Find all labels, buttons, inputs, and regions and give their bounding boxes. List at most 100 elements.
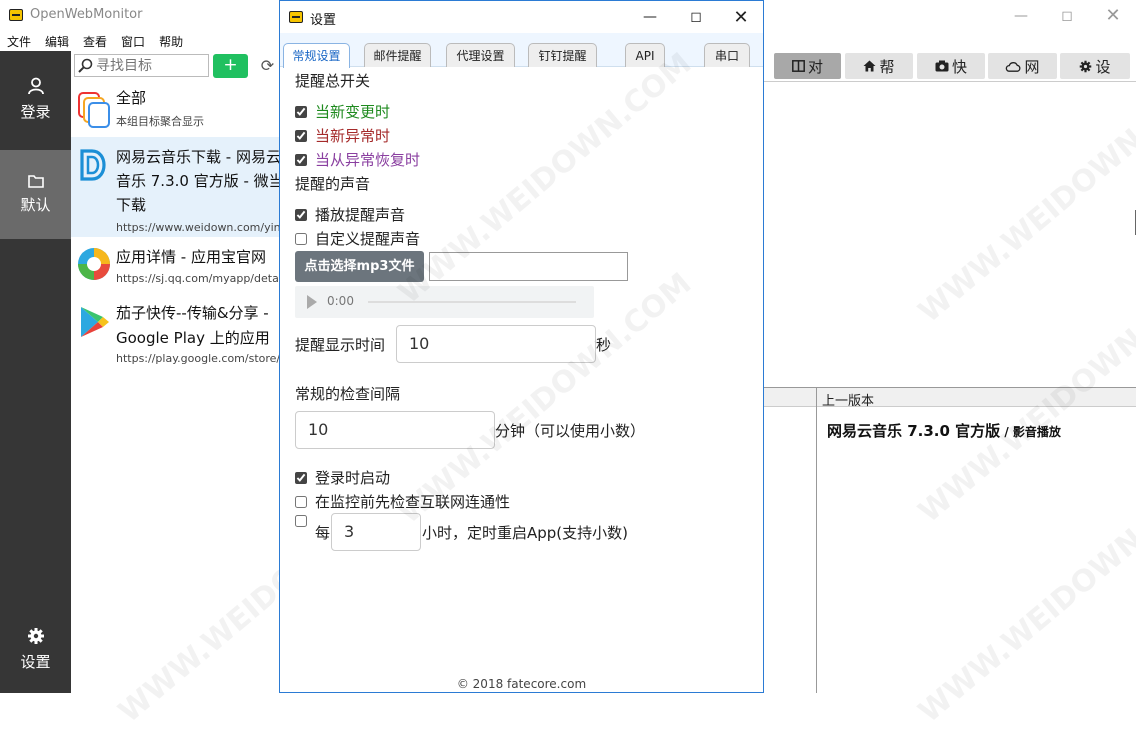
tab-serial[interactable]: 串口 <box>704 43 750 67</box>
target-title-line1: 茄子快传--传输&分享 - <box>116 304 269 322</box>
target-item-all[interactable]: 全部 本组目标聚合显示 <box>71 85 280 135</box>
tab-proxy[interactable]: 代理设置 <box>446 43 515 67</box>
maximize-icon[interactable]: ◻ <box>673 1 719 33</box>
target-item-netease[interactable]: 网易云音乐下载 - 网易云 音乐 7.3.0 官方版 - 微当 下载 https… <box>71 137 280 237</box>
yingyongbao-logo-icon <box>76 246 112 282</box>
tab-general[interactable]: 常规设置 <box>283 43 350 68</box>
launch-at-login-checkbox[interactable] <box>295 471 307 484</box>
interval-unit: 分钟（可以使用小数） <box>495 422 646 440</box>
minimize-icon[interactable]: — <box>627 1 673 33</box>
alert-on-error-row[interactable]: 当新异常时 <box>295 125 390 146</box>
web-button[interactable]: 网 <box>988 53 1057 79</box>
view-toolbar: 对 帮 快 网 设 <box>765 53 1136 79</box>
compare-icon <box>792 60 805 72</box>
snapshot-button[interactable]: 快 <box>917 53 985 79</box>
help-label: 帮 <box>879 57 895 76</box>
play-icon[interactable] <box>307 295 317 309</box>
menu-window[interactable]: 窗口 <box>114 31 152 51</box>
menu-edit[interactable]: 编辑 <box>38 31 76 51</box>
close-icon[interactable]: ✕ <box>1090 0 1136 31</box>
choose-mp3-button[interactable]: 点击选择mp3文件 <box>295 251 424 282</box>
close-icon[interactable]: ✕ <box>718 1 764 33</box>
target-title: 全部 <box>116 89 147 107</box>
display-time-input[interactable]: 10 <box>396 325 596 363</box>
settings-title: 设置 <box>310 13 337 28</box>
sidebar-login-button[interactable]: 登录 <box>0 77 71 139</box>
custom-sound-checkbox[interactable] <box>295 232 307 245</box>
display-time-unit: 秒 <box>596 336 612 354</box>
play-sound-row[interactable]: 播放提醒声音 <box>295 204 405 225</box>
interval-label: 常规的检查间隔 <box>295 385 401 403</box>
tab-dingtalk[interactable]: 钉钉提醒 <box>528 43 597 67</box>
custom-sound-label: 自定义提醒声音 <box>315 230 421 248</box>
help-button[interactable]: 帮 <box>845 53 913 79</box>
alert-on-change-checkbox[interactable] <box>295 105 307 118</box>
gear-icon <box>27 628 44 644</box>
mp3-path-field[interactable] <box>429 252 628 281</box>
target-title-line2: Google Play 上的应用 <box>116 329 270 347</box>
check-connectivity-row[interactable]: 在监控前先检查互联网连通性 <box>295 491 510 512</box>
target-url: https://sj.qq.com/myapp/detail.htm <box>116 272 280 285</box>
alert-on-recover-row[interactable]: 当从异常恢复时 <box>295 149 420 170</box>
check-connectivity-label: 在监控前先检查互联网连通性 <box>315 493 511 511</box>
app-logo-icon <box>289 11 303 23</box>
sidebar-settings-button[interactable]: 设置 <box>0 627 71 677</box>
web-label: 网 <box>1024 57 1040 76</box>
target-title: 应用详情 - 应用宝官网 <box>116 248 266 266</box>
settings-toolbar-label: 设 <box>1095 57 1111 76</box>
alert-on-error-checkbox[interactable] <box>295 129 307 142</box>
scheduled-restart-checkbox[interactable] <box>295 515 307 527</box>
compare-button[interactable]: 对 <box>774 53 841 79</box>
watermark: WWW.WEIDOWN.COM <box>912 465 1136 730</box>
all-targets-icon <box>76 91 112 128</box>
tab-api[interactable]: API <box>625 43 665 67</box>
check-connectivity-checkbox[interactable] <box>295 495 307 508</box>
restart-hours-input[interactable]: 3 <box>331 513 421 551</box>
refresh-icon[interactable]: ⟳ <box>255 54 280 78</box>
watermark: WWW.WEIDOWN.COM <box>912 65 1136 330</box>
sidebar-login-label: 登录 <box>20 103 51 121</box>
launch-at-login-row[interactable]: 登录时启动 <box>295 467 390 488</box>
restart-suffix: 小时，定时重启App(支持小数) <box>422 524 629 542</box>
copyright-footer: © 2018 fatecore.com <box>456 677 587 691</box>
custom-sound-row[interactable]: 自定义提醒声音 <box>295 228 420 249</box>
sidebar-default-group[interactable]: 默认 <box>0 150 71 239</box>
search-input[interactable] <box>96 57 206 74</box>
menu-view[interactable]: 查看 <box>76 31 114 51</box>
settings-toolbar-button[interactable]: 设 <box>1060 53 1130 79</box>
scheduled-restart-row[interactable] <box>295 515 315 527</box>
settings-titlebar: 设置 — ◻ ✕ <box>280 1 763 33</box>
alert-on-recover-checkbox[interactable] <box>295 153 307 166</box>
cloud-icon <box>1006 61 1021 72</box>
previous-version-content: 网易云音乐 7.3.0 官方版 / 影音播放 <box>827 420 1061 441</box>
audio-time: 0:00 <box>327 294 354 308</box>
alert-on-change-label: 当新变更时 <box>315 103 391 121</box>
alert-on-recover-label: 当从异常恢复时 <box>315 151 421 169</box>
audio-progress-track[interactable] <box>368 301 576 303</box>
menu-help[interactable]: 帮助 <box>152 31 190 51</box>
minimize-icon[interactable]: — <box>998 0 1044 31</box>
gear-icon <box>1080 60 1092 72</box>
target-list-panel: + ⟳ 全部 本组目标聚合显示 网易云音乐下载 - 网易云 <box>71 51 280 693</box>
previous-version-title: 网易云音乐 7.3.0 官方版 <box>827 422 1001 440</box>
divider <box>764 81 1136 82</box>
weidown-logo-icon <box>76 147 112 183</box>
play-sound-checkbox[interactable] <box>295 208 307 221</box>
sidebar-default-label: 默认 <box>20 196 51 214</box>
target-item-yingyongbao[interactable]: 应用详情 - 应用宝官网 https://sj.qq.com/myapp/det… <box>71 240 280 290</box>
interval-input[interactable]: 10 <box>295 411 495 449</box>
diff-splitter[interactable] <box>816 387 817 693</box>
alert-on-change-row[interactable]: 当新变更时 <box>295 101 390 122</box>
previous-version-category: / 影音播放 <box>1000 425 1061 439</box>
settings-dialog: 设置 — ◻ ✕ 常规设置 邮件提醒 代理设置 钉钉提醒 API 串口 提醒总开… <box>279 0 764 693</box>
target-item-googleplay[interactable]: 茄子快传--传输&分享 - Google Play 上的应用 https://p… <box>71 296 280 368</box>
search-box <box>74 54 209 77</box>
maximize-icon[interactable]: ◻ <box>1044 0 1090 31</box>
target-title-line2: 音乐 7.3.0 官方版 - 微当 <box>116 172 280 190</box>
display-time-label: 提醒显示时间 <box>295 336 386 354</box>
menubar: 文件 编辑 查看 窗口 帮助 <box>0 31 280 51</box>
add-target-button[interactable]: + <box>213 54 248 78</box>
sidebar: 登录 默认 设置 <box>0 51 71 693</box>
menu-file[interactable]: 文件 <box>0 31 38 51</box>
tab-email[interactable]: 邮件提醒 <box>364 43 431 67</box>
